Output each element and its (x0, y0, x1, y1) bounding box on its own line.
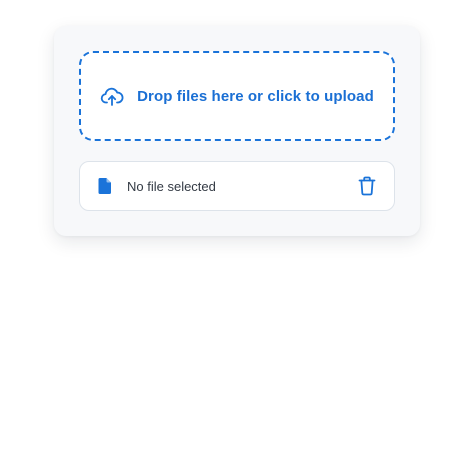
file-icon (98, 178, 112, 194)
file-status-label: No file selected (127, 178, 216, 194)
dropzone-label: Drop files here or click to upload (137, 87, 374, 105)
upload-card: Drop files here or click to upload No fi… (54, 26, 420, 236)
trash-icon (358, 176, 376, 196)
file-dropzone[interactable]: Drop files here or click to upload (79, 51, 395, 141)
delete-file-button[interactable] (356, 175, 378, 197)
cloud-upload-icon (100, 84, 124, 108)
selected-file-row: No file selected (79, 161, 395, 211)
